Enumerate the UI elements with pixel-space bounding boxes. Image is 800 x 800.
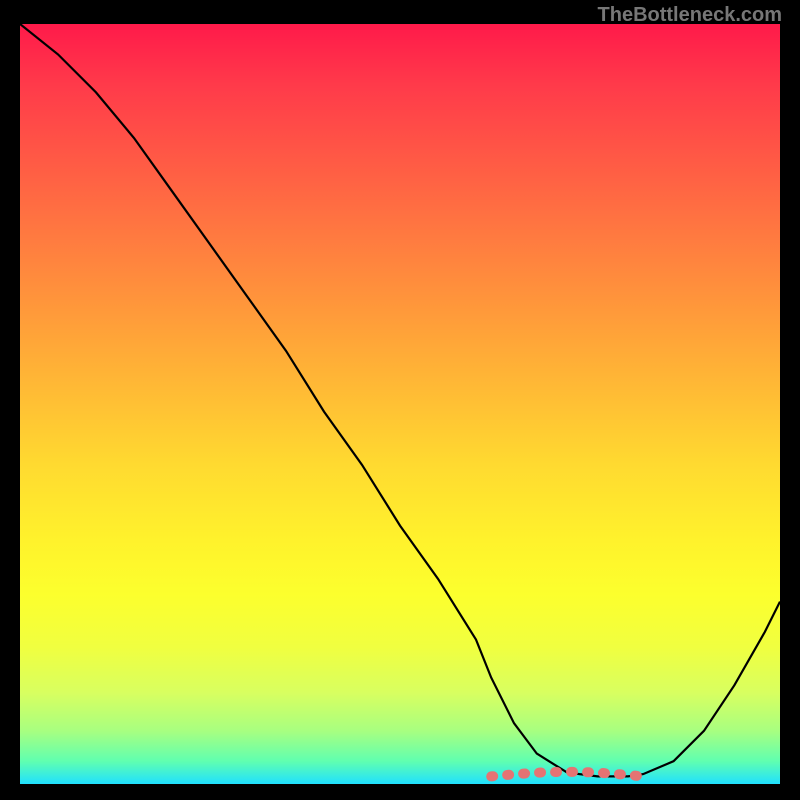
highlight-segment xyxy=(491,772,643,777)
watermark-text: TheBottleneck.com xyxy=(598,4,782,27)
chart-svg xyxy=(20,24,780,784)
curve-line xyxy=(20,24,780,776)
plot-area xyxy=(20,24,780,784)
